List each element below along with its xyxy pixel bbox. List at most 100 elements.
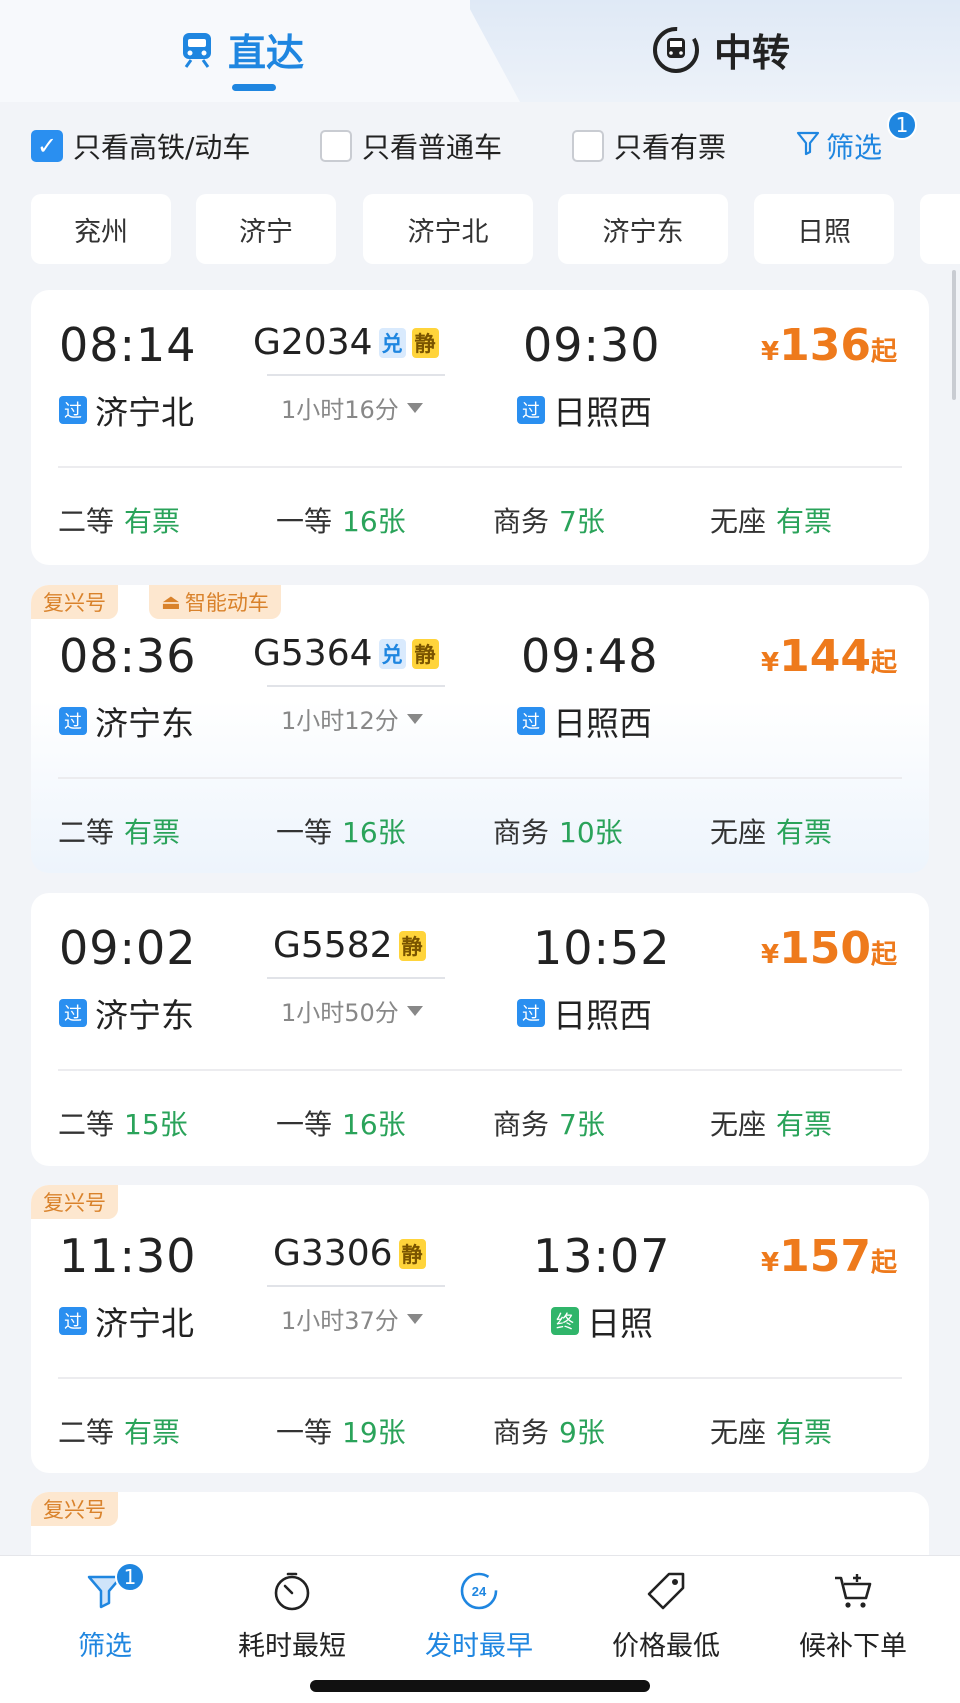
seat-availability: 二等 15张 (58, 1103, 188, 1143)
seat-availability: 无座 有票 (710, 811, 832, 851)
seat-count: 有票 (776, 505, 833, 538)
arrival-station: 终日照 (551, 1297, 653, 1345)
train-card[interactable]: 复兴号 11:30 过济宁北 G3306 静 1小时37分 13:07 终日照 ¥157 起二等有… (31, 1185, 929, 1473)
departure-time: 08:14 (59, 318, 197, 372)
bottom-nav-earliest-departure[interactable]: 24 发时最早 (409, 1568, 549, 1663)
clock-24-icon: 24 (456, 1568, 502, 1614)
seat-availability: 一等 19张 (276, 1411, 406, 1451)
seat-class: 商务 (493, 505, 550, 538)
departure-station-name: 济宁北 (95, 393, 194, 432)
bottom-nav-waitlist[interactable]: 候补下单 (783, 1568, 923, 1663)
checkbox-unchecked-icon (572, 130, 604, 162)
filter-bar: ✓ 只看高铁/动车 只看普通车 只看有票 筛选 (0, 118, 960, 168)
currency-symbol: ¥ (761, 1248, 780, 1278)
train-card[interactable]: 09:02 过济宁东 G5582 静 1小时50分 10:52 过日照西 ¥150 起二等 15张… (31, 893, 929, 1166)
arrival-station: 过日照西 (517, 697, 652, 745)
scrollbar[interactable] (952, 270, 956, 400)
train-card[interactable]: 08:14 过济宁北 G2034 兑静 1小时16分 09:30 过日照西 ¥136 起二等 有票… (31, 290, 929, 565)
bottom-nav-label: 候补下单 (799, 1631, 907, 1662)
train-card[interactable]: 复兴号 ⏏ 智能动车 08:36 过济宁东 G5364 兑静 1小时12分 09:48 过日照西 ¥… (31, 585, 929, 873)
seat-availability: 无座 有票 (710, 500, 832, 540)
station-chip[interactable]: 兖州 (31, 194, 171, 264)
seat-class: 二等 (58, 505, 115, 538)
checkbox-regular-only[interactable]: 只看普通车 (320, 126, 502, 166)
train-number[interactable]: G2034 兑静 (253, 322, 439, 363)
price-suffix: 起 (870, 337, 897, 367)
train-icon (180, 31, 214, 69)
duration-toggle[interactable]: 1小时12分 (281, 701, 423, 736)
transfer-train-icon (652, 26, 700, 74)
departure-station: 过济宁北 (59, 386, 194, 434)
pass-badge: 过 (59, 1307, 87, 1335)
arrival-time: 10:52 (533, 921, 671, 975)
departure-station: 过济宁东 (59, 697, 194, 745)
seat-count: 有票 (124, 816, 181, 849)
station-chip[interactable]: 日照 (754, 194, 894, 264)
train-number[interactable]: G5364 兑静 (253, 633, 439, 674)
seat-availability: 商务 7张 (493, 500, 605, 540)
price-suffix: 起 (870, 940, 897, 970)
station-chip-overflow[interactable] (920, 194, 960, 264)
seat-class: 一等 (276, 816, 333, 849)
checkbox-available-only[interactable]: 只看有票 (572, 126, 726, 166)
bottom-nav-label: 筛选 (78, 1631, 132, 1662)
checkbox-high-speed-only[interactable]: ✓ 只看高铁/动车 (31, 126, 250, 166)
train-number-text: G5364 (253, 633, 373, 674)
bottom-nav-filter[interactable]: 筛选 1 (35, 1562, 175, 1663)
arrival-time: 09:30 (523, 318, 661, 372)
tag-label: 复兴号 (43, 1191, 106, 1215)
pass-badge: 过 (517, 396, 545, 424)
train-small-icon: ⏏ (161, 590, 181, 614)
train-number-text: G5582 (273, 925, 393, 966)
filter-count-badge: 1 (887, 110, 917, 140)
tab-direct[interactable]: 直达 (180, 22, 304, 77)
price: ¥144 起 (761, 631, 897, 682)
seat-availability: 商务 9张 (493, 1411, 605, 1451)
train-number[interactable]: G5582 静 (273, 925, 426, 966)
quiet-car-mark: 静 (411, 327, 439, 358)
seat-count: 有票 (776, 816, 833, 849)
duration-toggle[interactable]: 1小时37分 (281, 1301, 423, 1336)
bottom-nav-shortest-duration[interactable]: 耗时最短 (222, 1568, 362, 1663)
seat-count: 16张 (342, 1108, 406, 1141)
departure-station: 过济宁北 (59, 1297, 194, 1345)
card-divider (58, 777, 902, 779)
seat-count: 16张 (342, 816, 406, 849)
price-value: 157 (779, 1231, 871, 1282)
filter-button[interactable]: 筛选 (796, 126, 882, 166)
station-chip[interactable]: 济宁 (196, 194, 336, 264)
duration-line (267, 977, 445, 979)
departure-station-name: 济宁东 (95, 704, 194, 743)
tab-transfer[interactable]: 中转 (652, 22, 790, 77)
fuxing-tag: 复兴号 (31, 585, 118, 619)
duration-line (267, 685, 445, 687)
price: ¥136 起 (761, 320, 897, 371)
seat-count: 7张 (559, 1108, 605, 1141)
seat-count: 有票 (776, 1416, 833, 1449)
tab-direct-label: 直达 (228, 31, 305, 75)
duration-text: 1小时37分 (281, 1307, 399, 1335)
duration-toggle[interactable]: 1小时50分 (281, 993, 423, 1028)
seat-availability: 无座 有票 (710, 1411, 832, 1451)
pass-badge: 过 (517, 707, 545, 735)
seat-count: 16张 (342, 505, 406, 538)
seat-class: 二等 (58, 816, 115, 849)
checkbox-label: 只看有票 (614, 131, 727, 164)
duration-toggle[interactable]: 1小时16分 (281, 390, 423, 425)
bottom-nav-lowest-price[interactable]: 价格最低 (596, 1568, 736, 1663)
quiet-car-mark: 静 (411, 638, 439, 669)
seat-availability: 二等 有票 (58, 500, 180, 540)
duration-text: 1小时50分 (281, 999, 399, 1027)
pass-badge: 过 (517, 999, 545, 1027)
timer-icon (269, 1568, 315, 1614)
train-number[interactable]: G3306 静 (273, 1233, 426, 1274)
chevron-down-icon (406, 1313, 423, 1324)
tag-label: 智能动车 (184, 591, 269, 615)
station-chip[interactable]: 济宁东 (558, 194, 728, 264)
seat-availability: 商务 7张 (493, 1103, 605, 1143)
departure-station: 过济宁东 (59, 989, 194, 1037)
arrival-time: 09:48 (521, 629, 659, 683)
cart-icon (830, 1568, 876, 1614)
station-chip[interactable]: 济宁北 (363, 194, 533, 264)
filter-label: 筛选 (826, 131, 883, 164)
